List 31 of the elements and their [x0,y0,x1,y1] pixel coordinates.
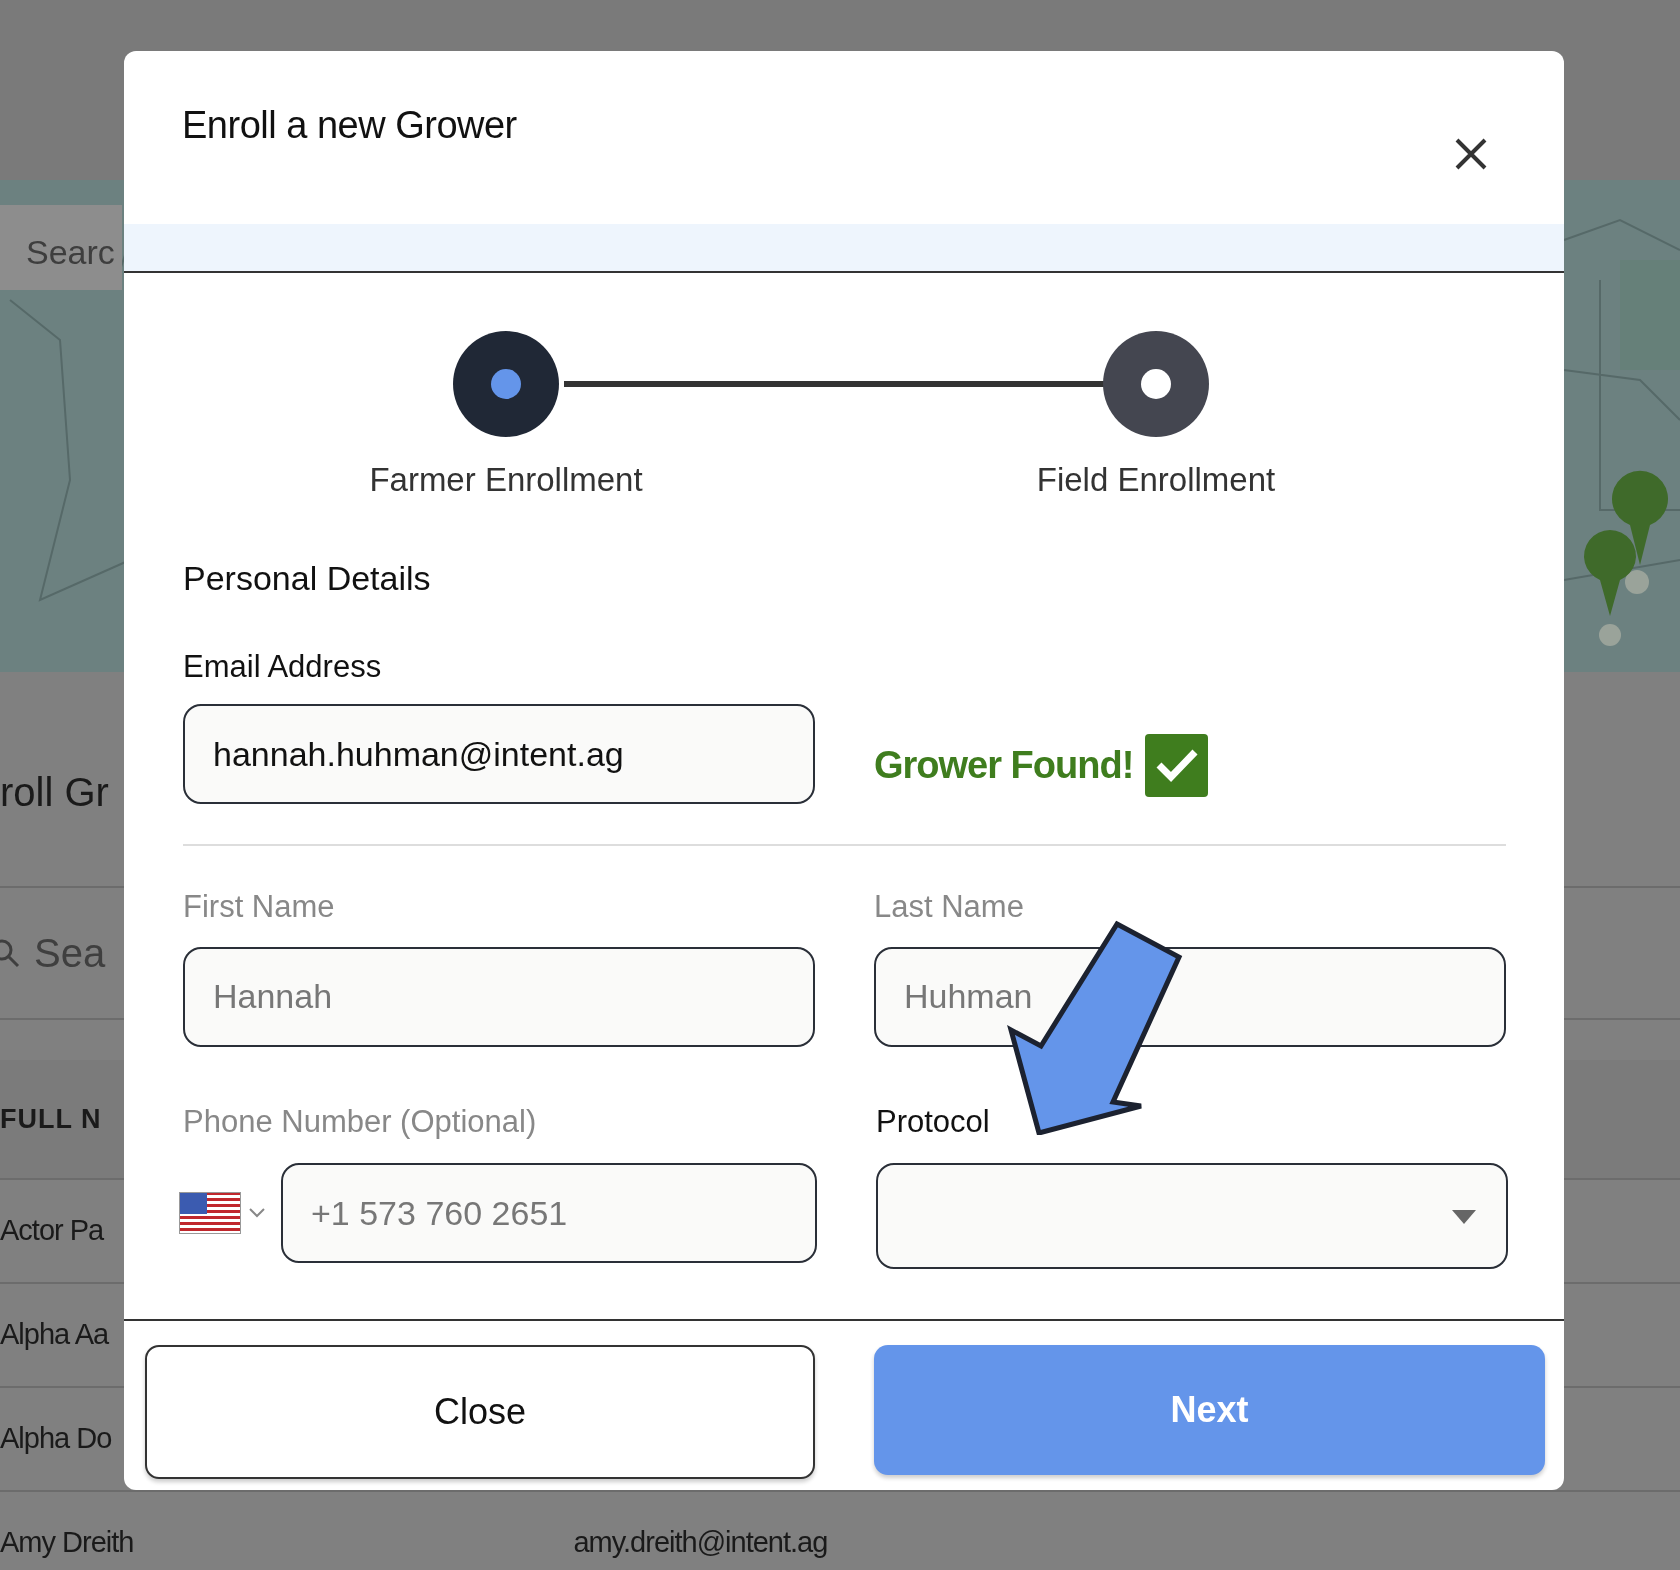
step-label: Field Enrollment [1036,460,1276,500]
search-icon [0,938,20,968]
protocol-select[interactable] [876,1163,1508,1269]
field-label: First Name [183,888,335,926]
table-cell-text: Amy Dreith [0,1525,134,1561]
flag-icon [179,1192,241,1234]
field-label: Email Address [183,647,382,686]
step-label: Farmer Enrollment [369,460,643,500]
country-selector[interactable] [179,1192,265,1234]
field-label: Last Name [874,888,1024,926]
status-text: Grower Found! [874,742,1134,788]
page-heading: roll Gr [0,770,109,814]
section-title: Personal Details [183,557,432,599]
table-cell-text: amy.dreith@intent.ag [573,1525,828,1561]
dot-icon [1139,367,1173,401]
chevron-down-icon [249,1208,265,1218]
table-cell-text: Actor Pa [0,1213,104,1249]
dropdown-arrow-icon [1452,1210,1476,1224]
next-button[interactable]: Next [874,1345,1545,1475]
search-field[interactable]: Sea [0,923,106,983]
email-field[interactable]: hannah.huhman@intent.ag [183,704,815,804]
column-header: FULL N [0,1102,102,1136]
close-icon [1454,136,1488,171]
dot-icon [489,367,523,401]
close-button[interactable]: Close [145,1345,815,1479]
field-label: Phone Number (Optional) [183,1102,537,1141]
modal-title: Enroll a new Grower [182,104,517,146]
table-cell-text: Alpha Do [0,1421,112,1457]
search-field[interactable]: Searc [0,205,122,290]
table-cell-text: Alpha Aa [0,1317,109,1353]
field-label: Protocol [876,1102,990,1141]
